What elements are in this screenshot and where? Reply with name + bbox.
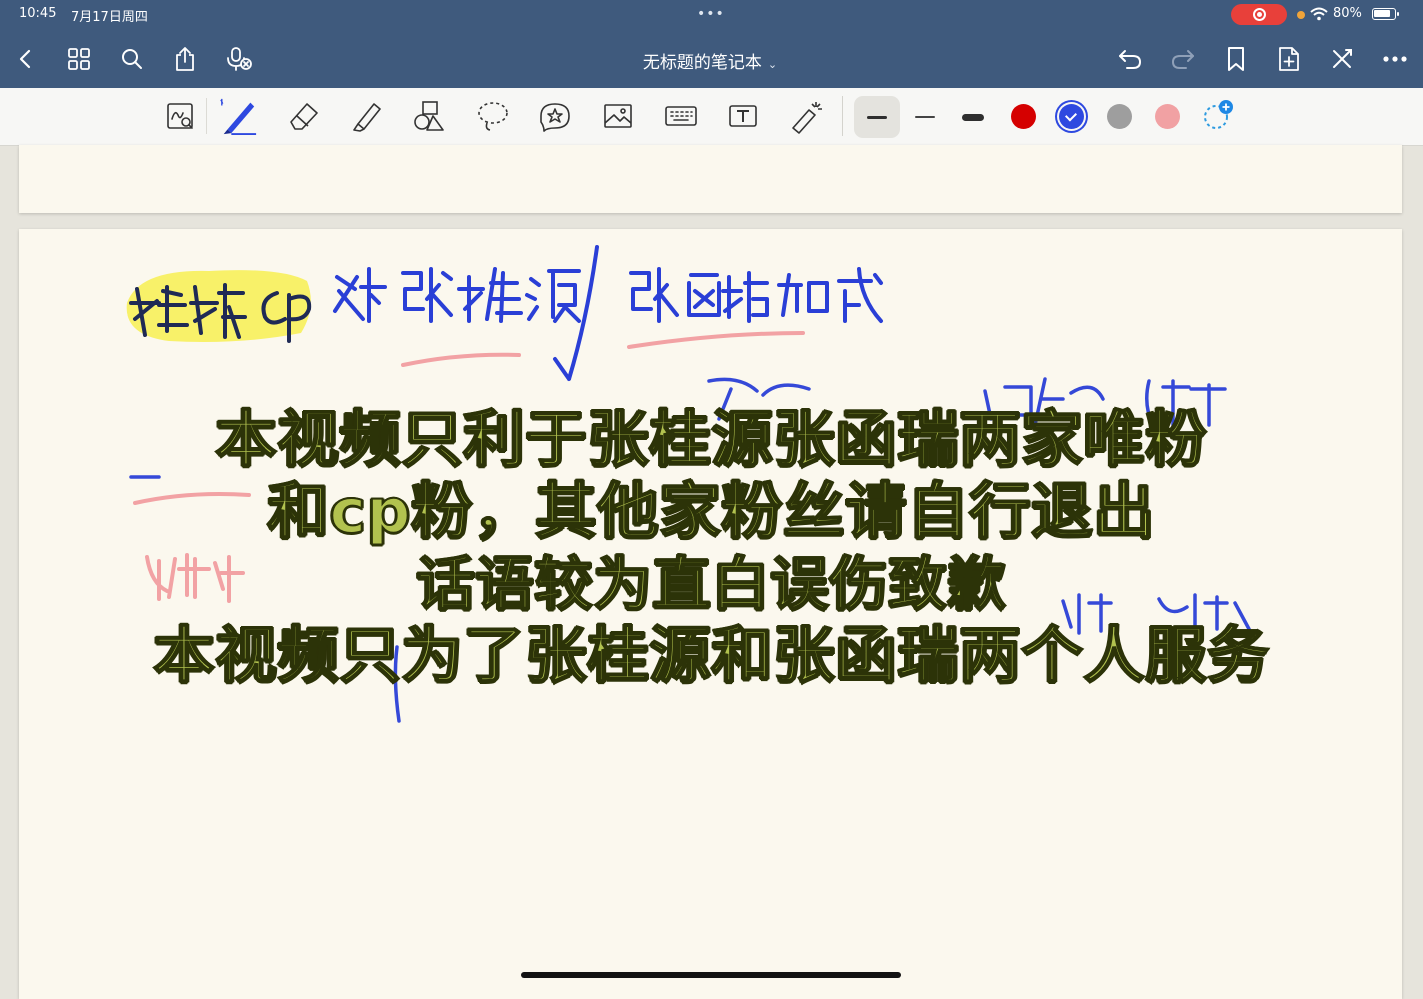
- back-icon: [19, 49, 31, 69]
- keyboard-tool[interactable]: [661, 96, 701, 136]
- video-caption-overlay: 本视频只利于张桂源张函瑞两家唯粉 和cp粉，其他家粉丝请自行退出 话语较为直白误…: [0, 403, 1423, 692]
- bookmark-button[interactable]: [1221, 44, 1251, 74]
- checkmark-icon: [1064, 109, 1078, 122]
- toolbar-divider: [842, 96, 843, 136]
- record-icon: [1253, 8, 1266, 21]
- laser-pointer-icon: [792, 102, 822, 134]
- lasso-tool[interactable]: [473, 96, 513, 136]
- undo-button[interactable]: [1115, 44, 1145, 74]
- shapes-icon: [414, 101, 444, 131]
- voice-record-button[interactable]: [224, 44, 254, 74]
- toolbar-separator: [206, 98, 207, 134]
- keyboard-icon: [665, 106, 697, 126]
- add-page-button[interactable]: [1274, 44, 1304, 74]
- read-mode-icon: [167, 103, 193, 129]
- screen-recording-indicator[interactable]: [1231, 4, 1287, 25]
- pen-tool[interactable]: [218, 96, 258, 136]
- battery-icon: [1372, 8, 1399, 20]
- highlighter-icon: [353, 103, 381, 132]
- handwriting-blue: [333, 245, 883, 381]
- more-icon: [1383, 56, 1407, 62]
- shapes-tool[interactable]: [409, 96, 449, 136]
- wifi-icon: [1310, 7, 1328, 21]
- laser-pointer-tool[interactable]: [786, 96, 826, 136]
- bookmark-icon: [1228, 47, 1244, 71]
- sticker-tool[interactable]: [535, 96, 575, 136]
- stroke-thin-preview: [915, 116, 935, 118]
- search-button[interactable]: [117, 44, 147, 74]
- text-box-icon: [729, 105, 757, 127]
- color-swatch-pink[interactable]: [1155, 104, 1180, 129]
- chevron-down-icon: ⌄: [767, 58, 778, 71]
- stroke-width-thick[interactable]: [952, 96, 994, 138]
- color-swatch-blue[interactable]: [1059, 104, 1084, 129]
- image-tool[interactable]: [598, 96, 638, 136]
- back-button[interactable]: [11, 44, 41, 74]
- stroke-width-medium[interactable]: [854, 96, 900, 138]
- stroke-medium-preview: [867, 116, 887, 119]
- mic-icon: [227, 47, 252, 71]
- share-button[interactable]: [170, 44, 200, 74]
- title-bar: 10:45 7月17日周四 ••• 80% 无标题的笔记本 ⌄: [0, 0, 1423, 88]
- stroke-thick-preview: [962, 114, 984, 121]
- sticker-icon: [540, 103, 570, 132]
- status-date: 7月17日周四: [71, 10, 148, 25]
- multitasking-dots[interactable]: •••: [697, 6, 725, 22]
- eraser-icon: [290, 103, 318, 130]
- thumbnails-button[interactable]: [64, 44, 94, 74]
- stroke-width-thin[interactable]: [904, 96, 946, 138]
- add-page-icon: [1279, 47, 1299, 71]
- text-box-tool[interactable]: [723, 96, 763, 136]
- grid-icon: [68, 48, 90, 70]
- undo-icon: [1119, 50, 1141, 69]
- eraser-tool[interactable]: [284, 96, 324, 136]
- add-color-icon: [1204, 100, 1233, 129]
- share-icon: [176, 47, 194, 71]
- battery-percent: 80%: [1333, 6, 1362, 21]
- close-button[interactable]: [1327, 44, 1357, 74]
- status-time: 10:45: [19, 6, 57, 21]
- color-swatch-gray[interactable]: [1107, 104, 1132, 129]
- highlighter-tool[interactable]: [347, 96, 387, 136]
- image-icon: [604, 104, 632, 128]
- pen-icon: [220, 98, 257, 136]
- redo-icon: [1172, 50, 1194, 69]
- color-swatch-red[interactable]: [1011, 104, 1036, 129]
- notebook-title-menu[interactable]: 无标题的笔记本 ⌄: [560, 48, 860, 73]
- close-icon: [1333, 49, 1352, 68]
- caption-line-1: 本视频只利于张桂源张函瑞两家唯粉: [214, 403, 1208, 476]
- home-indicator[interactable]: [521, 972, 901, 978]
- previous-page[interactable]: [19, 145, 1402, 213]
- redo-button[interactable]: [1168, 44, 1198, 74]
- drawing-toolbar: [0, 88, 1423, 146]
- read-mode-tool[interactable]: [160, 96, 200, 136]
- notebook-title: 无标题的笔记本: [642, 53, 762, 73]
- highlight-mark: [126, 270, 311, 342]
- privacy-indicator-dot: [1297, 11, 1305, 19]
- lasso-icon: [478, 102, 508, 131]
- more-button[interactable]: [1380, 44, 1410, 74]
- caption-line-3: 话语较为直白误伤致歉: [415, 549, 1007, 619]
- caption-line-2: 和cp粉，其他家粉丝请自行退出: [267, 475, 1156, 548]
- caption-line-4: 本视频只为了张桂源和张函瑞两个人服务: [152, 619, 1270, 692]
- search-icon: [122, 49, 142, 69]
- add-color-button[interactable]: [1198, 96, 1238, 136]
